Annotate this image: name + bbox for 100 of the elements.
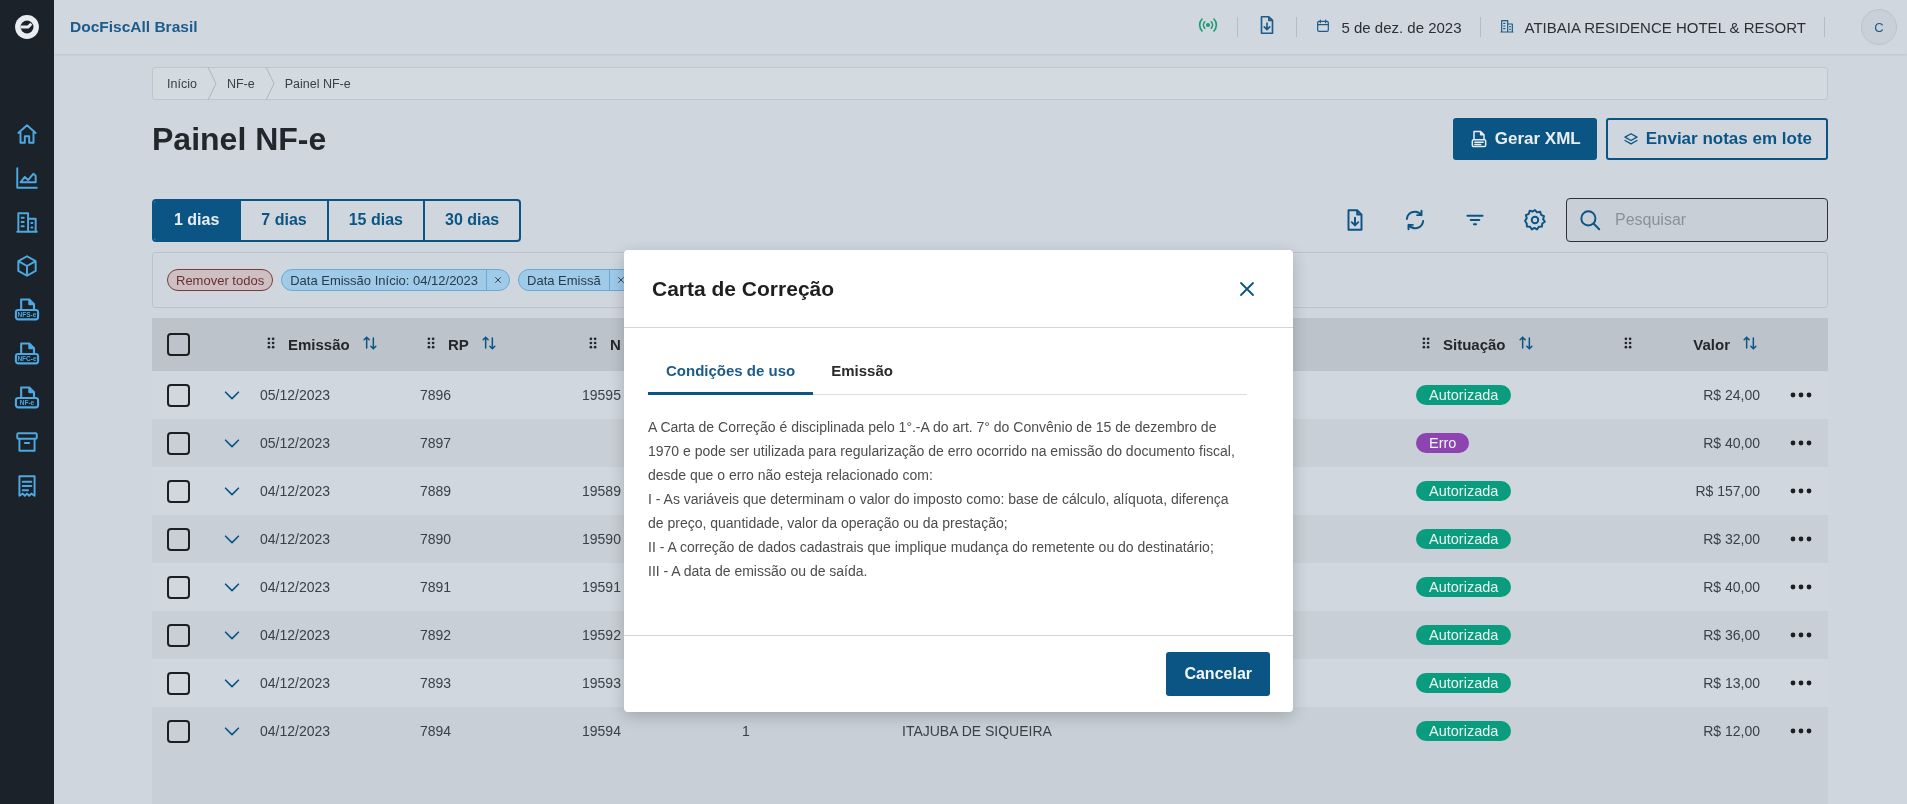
table-cell: 04/12/2023 — [260, 627, 331, 643]
table-cell: 7894 — [420, 723, 452, 739]
checkbox[interactable] — [167, 383, 190, 407]
table-cell: R$ 157,00 — [1695, 483, 1760, 499]
table-cell: 7897 — [420, 435, 452, 451]
chart-icon — [14, 165, 40, 191]
table-cell: 7890 — [420, 531, 452, 547]
table-cell: 7892 — [420, 627, 452, 643]
column-header[interactable]: RP — [448, 336, 469, 353]
chevron-icon — [206, 67, 217, 100]
status-badge: Autorizada — [1416, 625, 1512, 645]
breadcrumb-link[interactable]: Início — [161, 76, 203, 91]
table-cell: 04/12/2023 — [260, 579, 331, 595]
status-badge: Autorizada — [1416, 577, 1512, 597]
user-avatar[interactable]: C — [1861, 9, 1897, 45]
app-title: DocFiscAll Brasil — [70, 18, 198, 36]
checkbox[interactable] — [167, 623, 190, 647]
table-cell: 04/12/2023 — [260, 483, 331, 499]
period-tab[interactable]: 30 dias — [423, 200, 520, 240]
table-cell: 19591 — [582, 579, 621, 595]
send-button[interactable]: Enviar notas em lote — [1605, 118, 1828, 160]
logo-icon[interactable] — [14, 14, 40, 40]
checkbox[interactable] — [167, 575, 190, 599]
table-cell: 7891 — [420, 579, 452, 595]
search-input[interactable]: Pesquisar — [1613, 210, 1817, 230]
dialog-tab[interactable]: Emissão — [813, 350, 911, 395]
dialog-tab[interactable]: Condições de uso — [648, 350, 814, 395]
table-cell: 19593 — [582, 675, 621, 691]
body-text: III - A data de emissão ou de saída. — [648, 562, 869, 581]
checkbox[interactable] — [167, 479, 190, 503]
breadcrumb-link[interactable]: NF-e — [220, 76, 261, 91]
checkbox[interactable] — [167, 431, 190, 455]
body-text: II - A correção de dados cadastrais que implique mudança do remetente ou do destinatário; — [648, 538, 1215, 557]
table-cell: R$ 24,00 — [1703, 387, 1760, 403]
table-cell: ITAJUBA DE SIQUEIRA — [902, 723, 1052, 739]
table-cell: 19590 — [582, 531, 621, 547]
status-badge: Autorizada — [1416, 673, 1512, 693]
table-cell: 19589 — [582, 483, 621, 499]
table-cell: R$ 36,00 — [1703, 627, 1760, 643]
status-badge: Erro — [1416, 433, 1470, 453]
table-cell: 1 — [742, 723, 750, 739]
chevron-icon — [264, 67, 275, 100]
status-badge: Autorizada — [1416, 385, 1512, 405]
table-cell: 7893 — [420, 675, 452, 691]
table-cell: 05/12/2023 — [260, 387, 331, 403]
box-icon — [14, 253, 40, 279]
table-cell: R$ 13,00 — [1703, 675, 1760, 691]
checkbox[interactable] — [167, 719, 190, 743]
page-title: Painel NF-e — [152, 120, 327, 158]
generate-button[interactable]: Gerar XML — [1452, 118, 1597, 160]
status-badge: Autorizada — [1416, 721, 1512, 741]
table-cell: 04/12/2023 — [260, 531, 331, 547]
filter-chip[interactable]: Data Emissão Início: 04/12/2023 — [281, 269, 511, 291]
date-text: 5 de dez. de 2023 — [1341, 18, 1462, 36]
cancel-button[interactable]: Cancelar — [1166, 652, 1270, 696]
more-button[interactable] — [1790, 728, 1812, 734]
settings-icon — [1522, 207, 1548, 233]
period-tab[interactable]: 1 dias — [154, 200, 240, 240]
table-cell: 19595 — [582, 387, 621, 403]
more-button[interactable] — [1790, 392, 1812, 398]
table-cell: 05/12/2023 — [260, 435, 331, 451]
table-cell: R$ 32,00 — [1703, 531, 1760, 547]
table-cell: R$ 40,00 — [1703, 435, 1760, 451]
table-cell: 04/12/2023 — [260, 723, 331, 739]
table-cell: 19594 — [582, 723, 621, 739]
breadcrumb-link[interactable]: Painel NF-e — [278, 76, 357, 91]
more-button[interactable] — [1790, 440, 1812, 446]
status-badge: Autorizada — [1416, 529, 1512, 549]
table-cell: 04/12/2023 — [260, 675, 331, 691]
checkbox[interactable] — [167, 671, 190, 695]
period-tab[interactable]: 7 dias — [239, 200, 327, 240]
building-icon — [1498, 17, 1515, 34]
table-cell: R$ 12,00 — [1703, 723, 1760, 739]
company-name[interactable]: ATIBAIA RESIDENCE HOTEL & RESORT — [1524, 18, 1806, 36]
more-button[interactable] — [1790, 632, 1812, 638]
checkbox[interactable] — [167, 527, 190, 551]
more-button[interactable] — [1790, 536, 1812, 542]
column-header[interactable]: Valor — [1693, 336, 1730, 353]
column-header[interactable]: Situação — [1443, 336, 1506, 353]
more-button[interactable] — [1790, 584, 1812, 590]
body-text: A Carta de Correção é disciplinada pelo 1°.-A do art. 7° do Convênio de 15 de dezembro de 1970 e pode ser utilizada para regularização de erro ocorrido na emissão do documento fiscal, desde que o erro não esteja relacionado com: — [648, 418, 1236, 485]
period-tab[interactable]: 15 dias — [326, 200, 423, 240]
status-badge: Autorizada — [1416, 481, 1512, 501]
search-icon — [1577, 207, 1603, 233]
more-button[interactable] — [1790, 680, 1812, 686]
dialog-title: Carta de Correção — [652, 276, 835, 301]
table-cell: 7889 — [420, 483, 452, 499]
table-cell: R$ 40,00 — [1703, 579, 1760, 595]
archive-icon — [14, 429, 40, 455]
search-field[interactable]: Pesquisar — [1566, 198, 1828, 242]
column-header[interactable]: Emissão — [288, 336, 350, 353]
more-button[interactable] — [1790, 488, 1812, 494]
calendar-icon — [1315, 17, 1332, 34]
table-cell: 19592 — [582, 627, 621, 643]
clear-filters-chip[interactable]: Remover todos — [167, 269, 274, 291]
column-header[interactable]: N — [610, 336, 621, 353]
checkbox[interactable] — [167, 333, 190, 356]
body-text: I - As variáveis que determinam o valor do imposto como: base de cálculo, alíquota, diferença de preço, quantidade, valor da operação ou da prestação; — [648, 490, 1230, 533]
table-cell: 7896 — [420, 387, 452, 403]
building-icon — [14, 209, 40, 235]
